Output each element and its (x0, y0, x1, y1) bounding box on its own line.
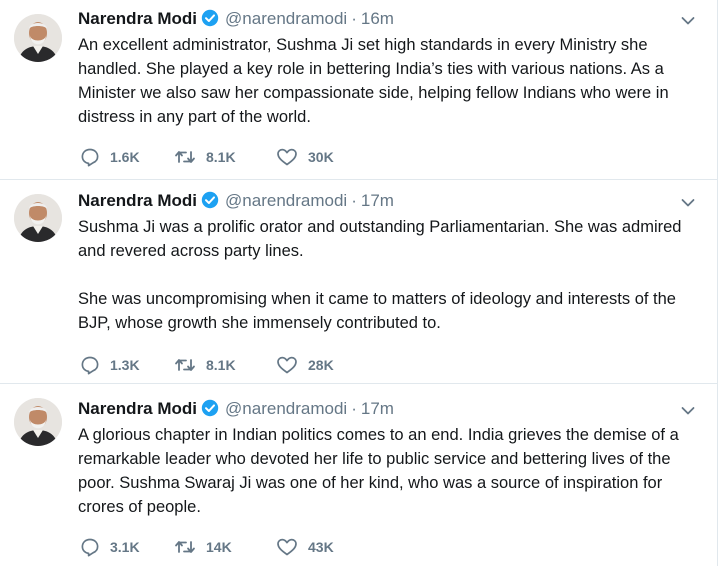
heart-icon (277, 538, 297, 556)
reply-count: 1.6K (110, 149, 140, 165)
separator: · (351, 191, 357, 210)
retweet-button[interactable]: 8.1K (174, 146, 236, 168)
avatar[interactable] (14, 14, 62, 62)
avatar[interactable] (14, 398, 62, 446)
reply-button[interactable]: 3.1K (80, 536, 140, 558)
chevron-down-icon[interactable] (681, 406, 695, 416)
reply-count: 3.1K (110, 539, 140, 555)
retweet-button[interactable]: 14K (174, 536, 232, 558)
verified-badge-icon (201, 399, 219, 423)
reply-icon (81, 538, 99, 557)
tweet-text: An excellent administrator, Sushma Ji se… (78, 33, 703, 129)
author-handle[interactable]: @narendramodi (225, 9, 347, 28)
tweet-header: Narendra Modi @narendramodi · 17m (78, 398, 394, 420)
tweet-header: Narendra Modi @narendramodi · 16m (78, 8, 394, 30)
separator: · (351, 399, 357, 418)
reply-button[interactable]: 1.3K (80, 354, 140, 376)
avatar[interactable] (14, 194, 62, 242)
reply-icon (81, 356, 99, 375)
reply-count: 1.3K (110, 357, 140, 373)
like-count: 43K (308, 539, 334, 555)
tweet-card[interactable]: Narendra Modi @narendramodi · 16m An excell… (0, 0, 718, 180)
retweet-button[interactable]: 8.1K (174, 354, 236, 376)
author-name[interactable]: Narendra Modi (78, 191, 197, 210)
heart-icon (277, 356, 297, 374)
heart-icon (277, 148, 297, 166)
chevron-down-icon[interactable] (681, 198, 695, 208)
retweet-count: 8.1K (206, 357, 236, 373)
like-count: 28K (308, 357, 334, 373)
tweet-text: Sushma Ji was a prolific orator and outs… (78, 215, 703, 335)
tweet-text: A glorious chapter in Indian politics co… (78, 423, 703, 519)
retweet-icon (175, 151, 195, 163)
author-name[interactable]: Narendra Modi (78, 399, 197, 418)
tweet-card[interactable]: Narendra Modi @narendramodi · 17m A gloriou… (0, 384, 718, 566)
tweet-timestamp[interactable]: 17m (361, 399, 394, 418)
retweet-count: 8.1K (206, 149, 236, 165)
verified-badge-icon (201, 191, 219, 215)
tweet-paragraph: A glorious chapter in Indian politics co… (78, 426, 679, 516)
like-button[interactable]: 28K (276, 354, 334, 376)
tweet-paragraph: Sushma Ji was a prolific orator and outs… (78, 218, 682, 260)
separator: · (351, 9, 357, 28)
reply-icon (81, 148, 99, 167)
tweet-header: Narendra Modi @narendramodi · 17m (78, 190, 394, 212)
tweet-timestamp[interactable]: 16m (361, 9, 394, 28)
retweet-icon (175, 541, 195, 553)
tweet-feed: Narendra Modi @narendramodi · 16m An excell… (0, 0, 720, 566)
verified-badge-icon (201, 9, 219, 33)
chevron-down-icon[interactable] (681, 16, 695, 26)
tweet-paragraph: An excellent administrator, Sushma Ji se… (78, 36, 669, 126)
author-name[interactable]: Narendra Modi (78, 9, 197, 28)
retweet-icon (175, 359, 195, 371)
tweet-paragraph: She was uncompromising when it came to m… (78, 290, 676, 332)
like-button[interactable]: 43K (276, 536, 334, 558)
author-handle[interactable]: @narendramodi (225, 191, 347, 210)
like-count: 30K (308, 149, 334, 165)
tweet-card[interactable]: Narendra Modi @narendramodi · 17m Sushma Ji… (0, 180, 718, 384)
retweet-count: 14K (206, 539, 232, 555)
like-button[interactable]: 30K (276, 146, 334, 168)
reply-button[interactable]: 1.6K (80, 146, 140, 168)
author-handle[interactable]: @narendramodi (225, 399, 347, 418)
tweet-timestamp[interactable]: 17m (361, 191, 394, 210)
